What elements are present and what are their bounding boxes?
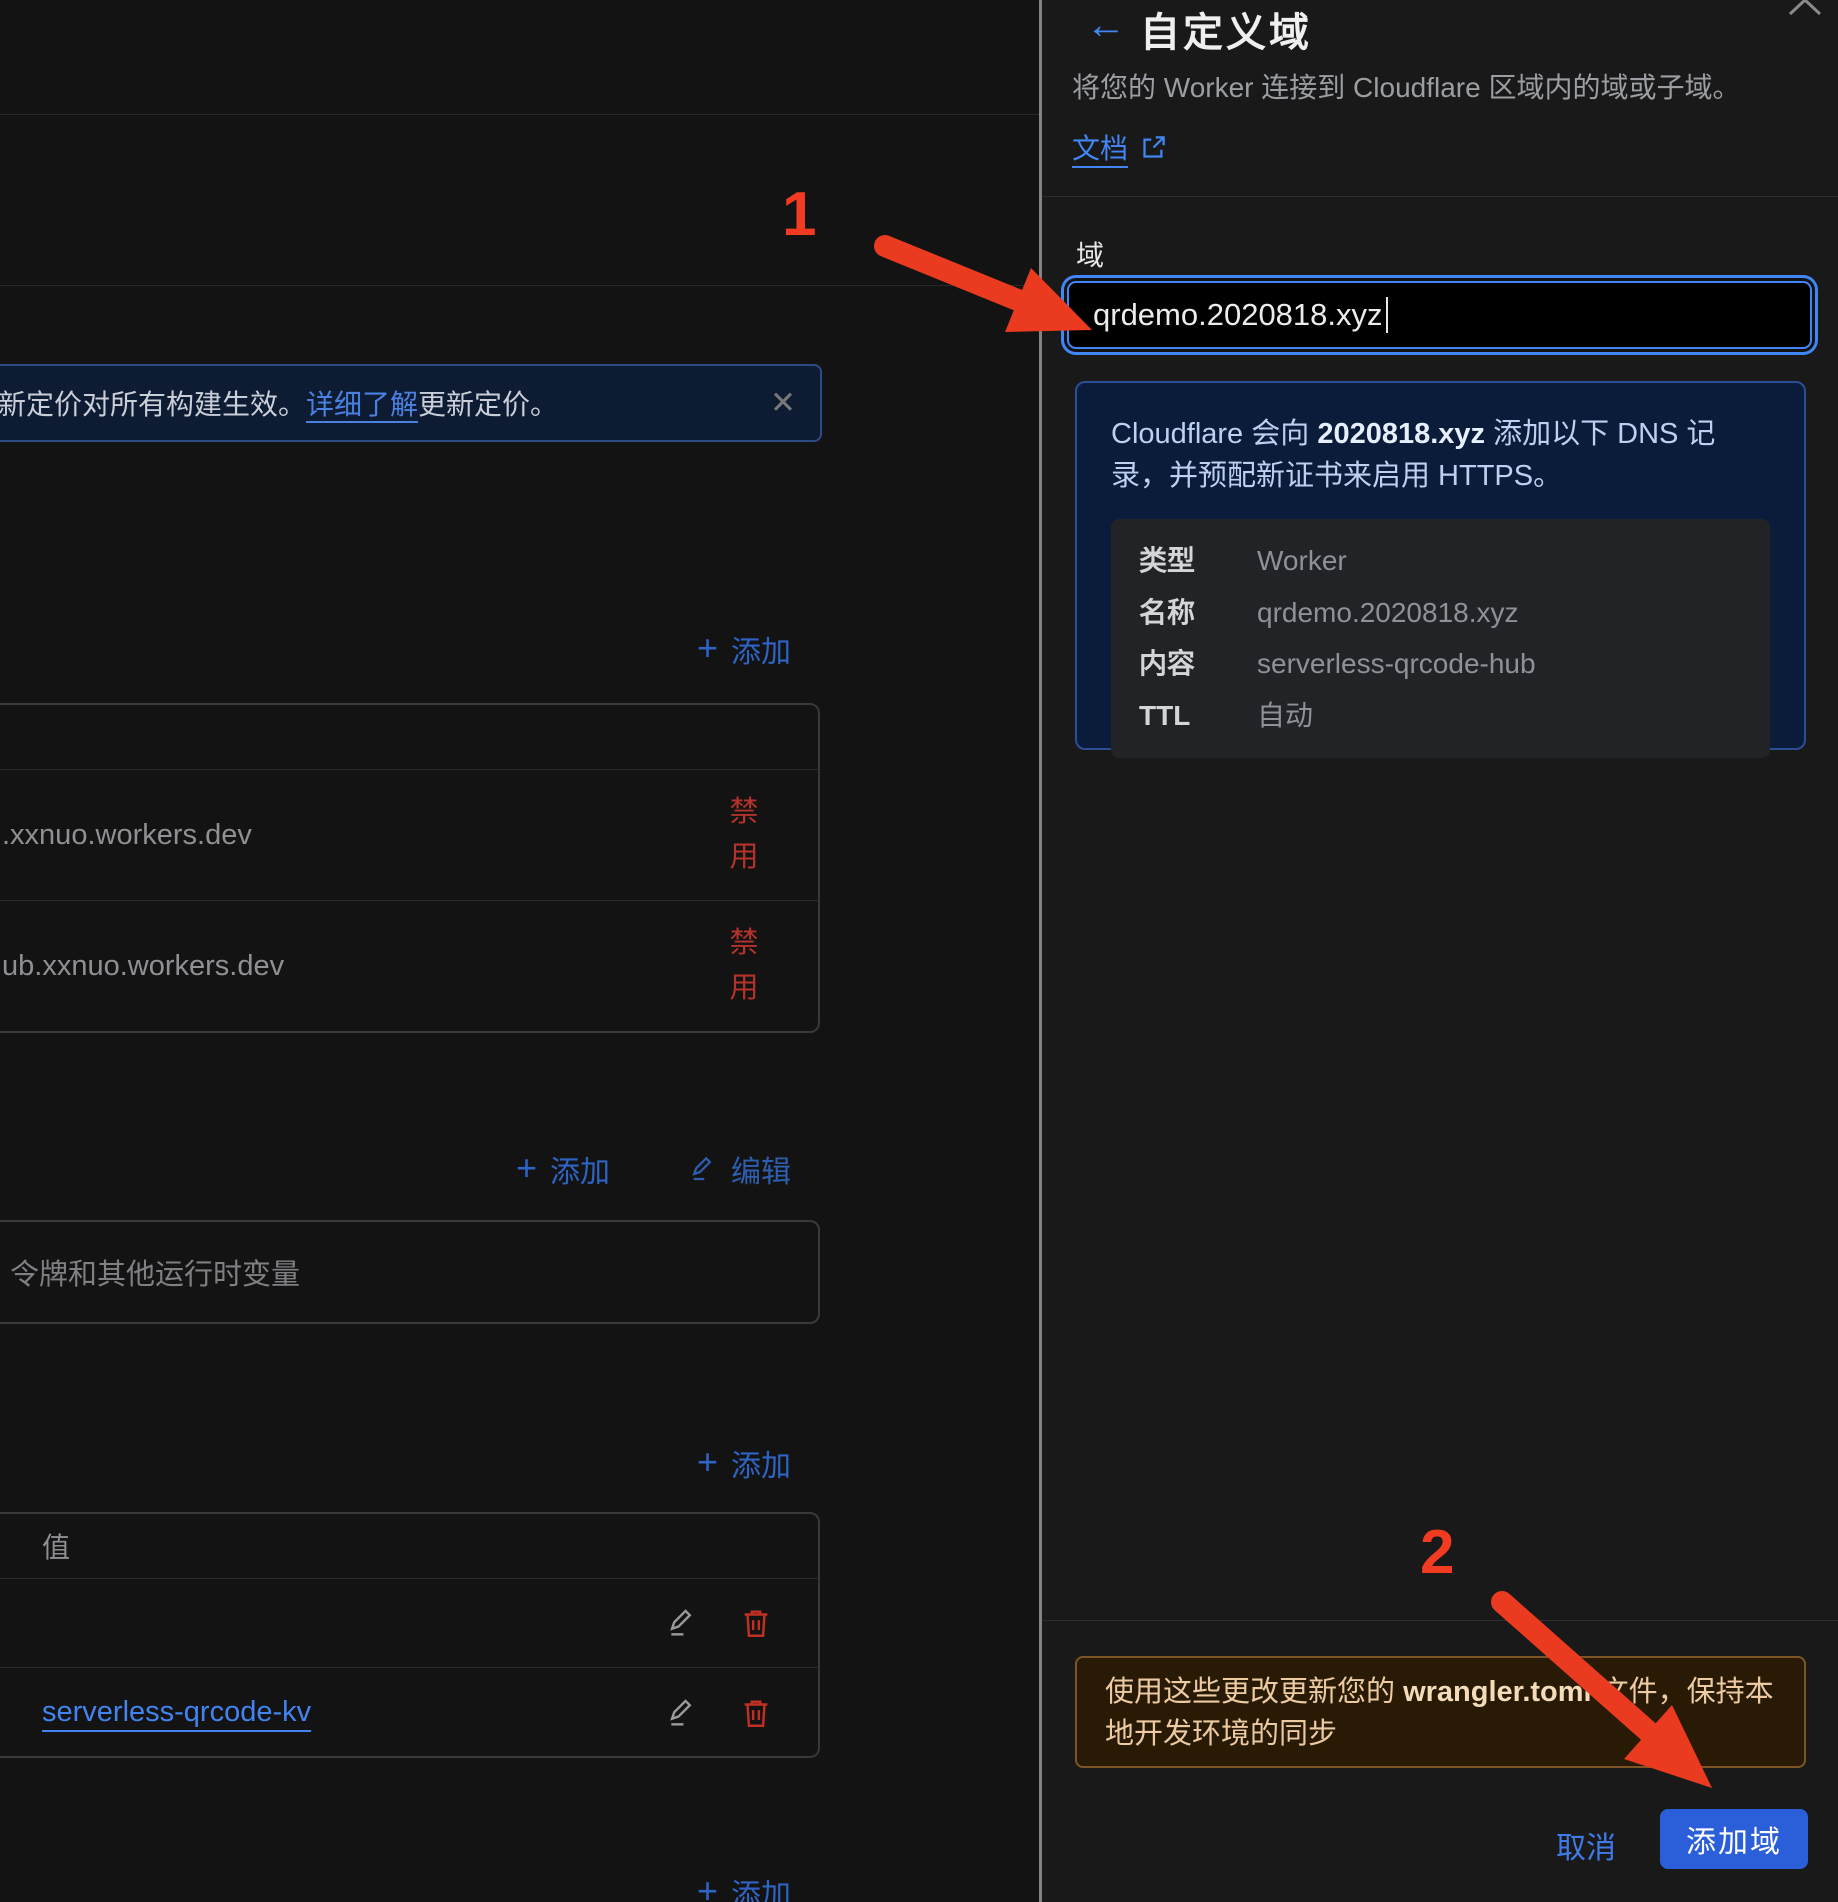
edit-variables-button[interactable]: 编辑	[688, 1147, 791, 1191]
external-link-icon	[1140, 134, 1167, 161]
text-cursor	[1385, 297, 1388, 333]
add-route-button[interactable]: + 添加	[697, 627, 791, 671]
plus-icon: +	[516, 1146, 538, 1188]
table-row: .xxnuo.workers.dev 禁用	[0, 770, 818, 901]
routes-table-header	[0, 705, 818, 770]
add-variable-button[interactable]: + 添加	[516, 1147, 610, 1191]
back-button[interactable]: ←	[1080, 4, 1132, 46]
add-binding-label: 添加	[731, 1450, 792, 1483]
row-actions	[664, 1605, 774, 1641]
chevron-up-icon[interactable]	[1786, 0, 1824, 22]
docs-link-label: 文档	[1072, 133, 1129, 164]
panel-header-divider	[1042, 196, 1838, 197]
record-type-label: 类型	[1139, 545, 1196, 577]
pencil-icon	[688, 1154, 718, 1184]
record-name-value: qrdemo.2020818.xyz	[1257, 596, 1519, 628]
plus-icon: +	[697, 626, 719, 668]
wrangler-filename: wrangler.toml	[1403, 1676, 1592, 1708]
add-domain-button[interactable]: 添加域	[1660, 1809, 1808, 1869]
add-binding-button[interactable]: + 添加	[697, 1441, 791, 1485]
pricing-banner-text-after: 更新定价。	[418, 389, 559, 420]
delete-button[interactable]	[738, 1695, 774, 1731]
edit-button[interactable]	[664, 1605, 700, 1641]
edit-button[interactable]	[664, 1695, 700, 1731]
panel-footer-divider	[1042, 1620, 1838, 1621]
page-title: 自定义域	[1140, 11, 1312, 55]
record-content-value: serverless-qrcode-hub	[1257, 648, 1536, 680]
record-name-label: 名称	[1139, 596, 1196, 628]
add-label: 添加	[731, 1879, 792, 1902]
record-ttl-value: 自动	[1257, 699, 1314, 731]
left-section-divider-top	[0, 114, 1039, 115]
add-route-label: 添加	[731, 636, 792, 669]
wrangler-notice-prefix: 使用这些更改更新您的	[1105, 1676, 1404, 1708]
bindings-table-header: 值	[0, 1514, 818, 1579]
panel-subtitle: 将您的 Worker 连接到 Cloudflare 区域内的域或子域。	[1072, 72, 1741, 103]
disable-route-button[interactable]: 禁用	[726, 790, 762, 880]
pricing-banner: 新定价对所有构建生效。 详细了解 更新定价。 ✕	[0, 364, 822, 442]
panel-divider	[1039, 0, 1042, 1902]
left-section-divider	[0, 285, 1039, 286]
record-ttl-label: TTL	[1139, 699, 1191, 731]
plus-icon: +	[697, 1869, 719, 1902]
secrets-hint-text: 令牌和其他运行时变量	[10, 1259, 301, 1291]
docs-link[interactable]: 文档	[1072, 127, 1167, 167]
route-domain: ub.xxnuo.workers.dev	[2, 949, 285, 982]
secrets-hint-box: 令牌和其他运行时变量	[0, 1220, 820, 1324]
dns-record-card: 类型 Worker 名称 qrdemo.2020818.xyz 内容 serve…	[1111, 519, 1770, 759]
dns-notice-prefix: Cloudflare 会向	[1111, 418, 1318, 450]
dns-notice: Cloudflare 会向 2020818.xyz 添加以下 DNS 记录，并预…	[1075, 381, 1806, 759]
table-row	[0, 1579, 818, 1668]
row-actions	[664, 1695, 774, 1731]
wrangler-notice: 使用这些更改更新您的 wrangler.toml 文件，保持本地开发环境的同步	[1075, 1656, 1806, 1768]
domain-field-label: 域	[1076, 240, 1105, 271]
cancel-button[interactable]: 取消	[1550, 1822, 1622, 1868]
edit-variables-label: 编辑	[731, 1156, 791, 1189]
record-type-value: Worker	[1257, 545, 1347, 577]
value-column-header: 值	[42, 1532, 71, 1563]
delete-button[interactable]	[738, 1605, 774, 1641]
route-domain: .xxnuo.workers.dev	[2, 818, 252, 851]
record-content-label: 内容	[1139, 648, 1196, 680]
pricing-banner-text: 新定价对所有构建生效。	[0, 389, 307, 420]
bindings-table: 值 serverless-qrcode-kv	[0, 1512, 820, 1758]
annotation-step-1: 1	[782, 180, 817, 249]
dns-notice-domain: 2020818.xyz	[1317, 418, 1486, 450]
dns-notice-text: Cloudflare 会向 2020818.xyz 添加以下 DNS 记录，并预…	[1111, 413, 1770, 497]
add-variable-label: 添加	[550, 1156, 611, 1189]
kv-namespace-link[interactable]: serverless-qrcode-kv	[42, 1696, 311, 1729]
learn-more-link[interactable]: 详细了解	[306, 383, 418, 423]
domain-input-value: qrdemo.2020818.xyz	[1093, 297, 1383, 332]
workers-settings-screen: 新定价对所有构建生效。 详细了解 更新定价。 ✕ + 添加 .xxnuo.worke…	[0, 0, 1838, 1902]
plus-icon: +	[697, 1440, 719, 1482]
domain-input[interactable]: qrdemo.2020818.xyz	[1067, 281, 1812, 349]
close-icon[interactable]: ✕	[770, 385, 796, 421]
disable-route-button[interactable]: 禁用	[726, 921, 762, 1011]
annotation-step-2: 2	[1420, 1518, 1455, 1587]
routes-table: .xxnuo.workers.dev 禁用 ub.xxnuo.workers.d…	[0, 703, 820, 1033]
table-row: ub.xxnuo.workers.dev 禁用	[0, 901, 818, 1031]
table-row: serverless-qrcode-kv	[0, 1668, 818, 1757]
add-button-bottom[interactable]: + 添加	[697, 1870, 791, 1902]
